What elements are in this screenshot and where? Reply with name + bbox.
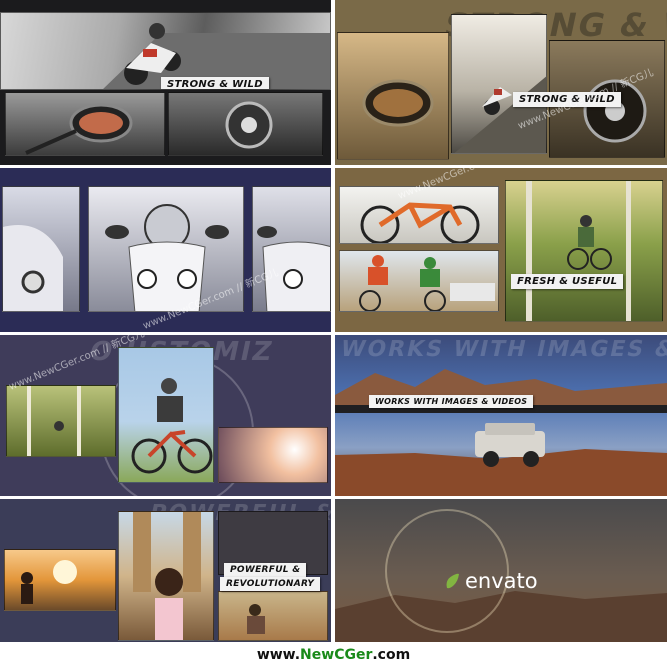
motorcycle-ride-image: STRONG & WILD	[0, 12, 331, 90]
footer-watermark: www. NewCGer .com	[0, 642, 667, 667]
envato-logo: envato	[443, 569, 538, 593]
riders-group-image	[339, 250, 499, 312]
preview-panel-8: envato	[335, 499, 667, 642]
mountain-landscape	[335, 369, 667, 496]
sunset-runners-image	[4, 549, 116, 611]
preview-panel-5: O USTOMIZ www.NewCGer.com // 新CG儿	[0, 335, 331, 496]
preview-panel-2: STRONG & W STRONG & WILD www.NewCGer.com…	[335, 0, 667, 165]
caption-powerful-line2: REVOLUTIONARY	[220, 577, 321, 591]
preview-panel-6: WORKS WITH IMAGES & VIDEO WORKS WITH IMA…	[335, 335, 667, 496]
preview-panel-4: FRESH & USEFUL www.NewCGer.com // 新CG儿	[335, 168, 667, 332]
caption-fresh-useful: FRESH & USEFUL	[511, 274, 624, 289]
bridge-girl-image	[118, 511, 214, 641]
footer-watermark-prefix: www.	[256, 646, 301, 663]
forest-trail-image	[6, 385, 116, 457]
caption-powerful-line1: POWERFUL &	[224, 563, 307, 577]
footer-watermark-suffix: .com	[372, 646, 411, 663]
brake-closeup-image	[168, 92, 323, 156]
mirror-closeup-image	[5, 92, 165, 156]
orange-mtb-image	[339, 186, 499, 244]
footer-watermark-brand: NewCGer	[300, 646, 373, 663]
rider-road-image	[451, 14, 547, 154]
preview-panel-7: POWERFUL & POWERFUL & REVOLUTIONARY	[0, 499, 331, 642]
bike-front-right-image	[252, 186, 331, 312]
forest-rider-image	[505, 180, 663, 322]
preview-panel-3: www.NewCGer.com // 新CG儿	[0, 168, 331, 332]
caption-strong-wild: STRONG & WILD	[161, 77, 269, 89]
jumping-rider-image	[118, 347, 214, 483]
mirror-sepia-image	[337, 32, 449, 160]
preview-panel-1: STRONG & WILD	[0, 0, 331, 165]
envato-wordmark: envato	[465, 569, 538, 593]
sun-riders-image	[218, 427, 328, 483]
envato-leaf-icon	[446, 573, 459, 589]
sitting-person-image	[218, 591, 328, 641]
caption-works-images-videos: WORKS WITH IMAGES & VIDEOS	[369, 395, 534, 408]
bike-front-left-image	[2, 186, 80, 312]
